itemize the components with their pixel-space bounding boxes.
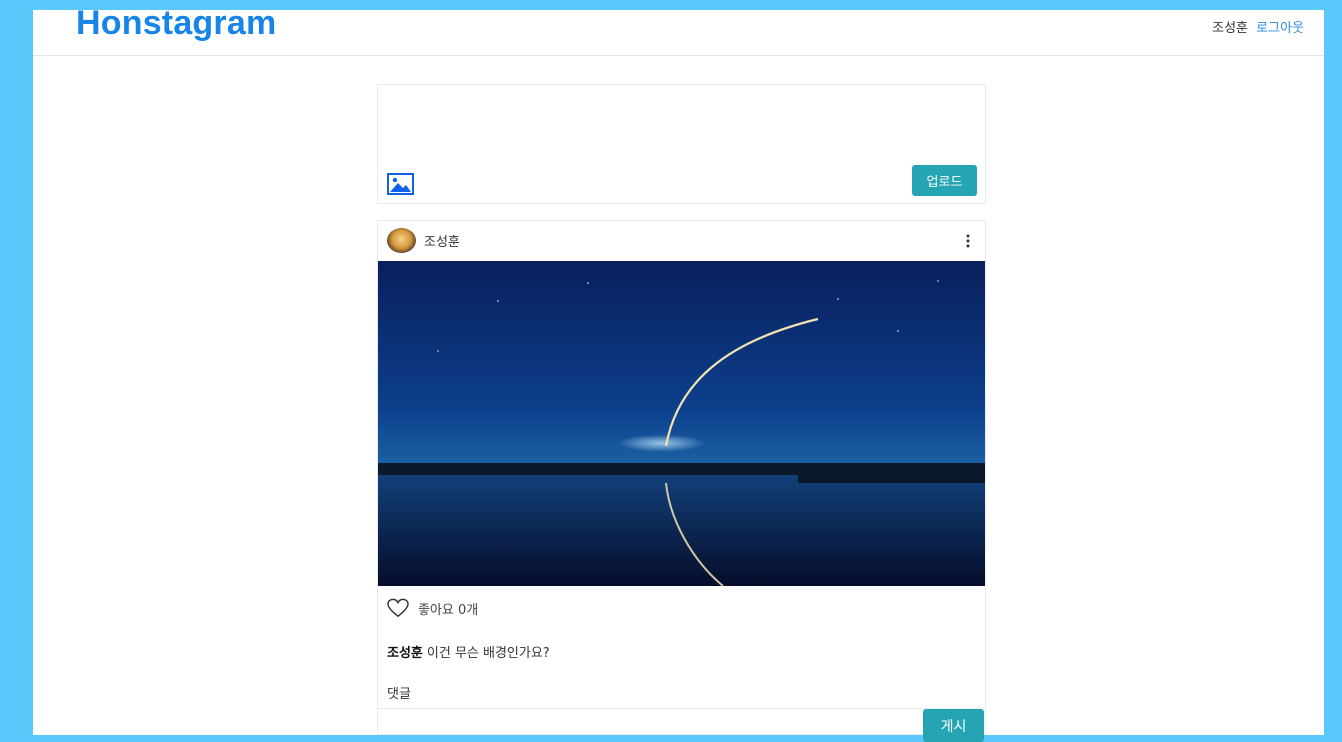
post-author[interactable]: 조성훈 <box>424 231 460 250</box>
upload-card: 업로드 <box>377 84 986 204</box>
caption-text: 이건 무슨 배경인가요? <box>426 646 550 661</box>
comment-input[interactable] <box>378 709 918 735</box>
logout-link[interactable]: 로그아웃 <box>1256 21 1304 36</box>
nav-user-name: 조성훈 <box>1212 21 1249 36</box>
avatar[interactable] <box>387 228 416 253</box>
caption-author[interactable]: 조성훈 <box>387 646 423 661</box>
comment-label: 댓글 <box>387 687 411 702</box>
post-caption: 조성훈 이건 무슨 배경인가요? <box>387 642 550 661</box>
brand-logo[interactable]: Honstagram <box>76 4 276 43</box>
post-card: 조성훈 좋아요 0개 조성훈 이건 무슨 배경인가요? 댓글 게시 <box>377 220 986 742</box>
post-comment-button[interactable]: 게시 <box>923 709 984 742</box>
post-image[interactable] <box>378 261 985 586</box>
image-icon[interactable] <box>387 173 414 195</box>
post-header: 조성훈 <box>378 221 985 261</box>
upload-button[interactable]: 업로드 <box>912 165 977 196</box>
like-count: 좋아요 0개 <box>418 603 479 618</box>
page-container: Honstagram 조성훈 로그아웃 업로드 조성훈 좋아요 0개 조성훈 이… <box>33 4 1324 742</box>
heart-outline-icon[interactable] <box>387 598 409 618</box>
navbar: Honstagram 조성훈 로그아웃 <box>33 4 1324 56</box>
comment-row: 게시 <box>378 708 985 742</box>
vertical-dots-icon[interactable] <box>965 233 971 249</box>
nav-user-area: 조성훈 로그아웃 <box>1212 17 1304 36</box>
